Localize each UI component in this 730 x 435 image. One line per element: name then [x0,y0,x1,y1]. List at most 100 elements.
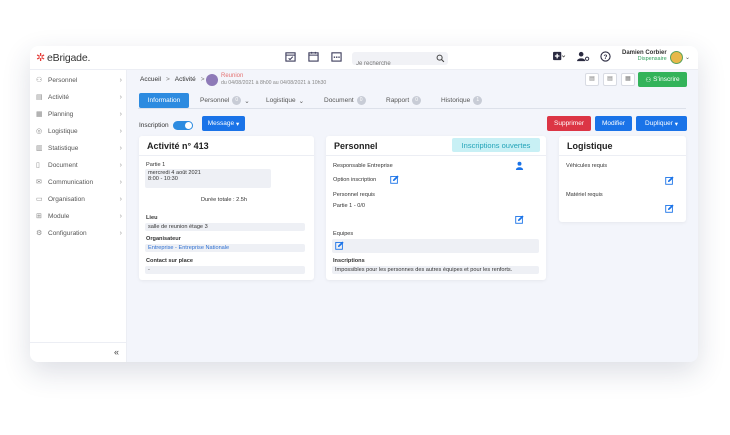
tab-count: 1 [473,96,483,105]
message-button[interactable]: Message ▾ [202,116,245,131]
add-menu-icon[interactable] [552,51,566,62]
tab-information[interactable]: Information [139,93,189,108]
contact-value: - [145,266,305,274]
personnel-requis-value: Partie 1 - 0/0 [333,203,366,209]
user-info[interactable]: Damien Corbier Dispensaire [622,50,667,62]
calendar-export-icon[interactable]: ▦ [621,73,635,86]
modify-button[interactable]: Modifier [595,116,632,131]
chevron-right-icon: › [119,76,122,84]
breadcrumb-home[interactable]: Accueil [140,76,161,83]
tab-label: Document [324,97,354,104]
delete-button[interactable]: Supprimer [547,116,591,131]
inscription-toggle[interactable] [173,121,193,130]
chevron-down-icon[interactable]: ⌄ [685,54,690,61]
sidebar-item-communication[interactable]: ✉ Communication › [36,176,122,188]
chevron-right-icon: › [119,229,122,237]
tab-rapport[interactable]: Rapport 0 [386,93,422,108]
search-input[interactable] [352,57,432,71]
sidebar: ⚇ Personnel › ▤ Activité › ▦ Planning › ◎ Logis… [30,70,127,362]
sidebar-item-activite[interactable]: ▤ Activité › [36,91,122,103]
total-duration: Durée totale : 2.5h [201,197,248,203]
sidebar-item-statistique[interactable]: ▥ Statistique › [36,142,122,154]
sidebar-item-organisation[interactable]: ▭ Organisation › [36,193,122,205]
equipes-label: Equipes [333,231,354,237]
calendar-check-icon[interactable] [285,51,296,62]
inscriptions-value: Impossibles pour les personnes des autre… [332,266,539,274]
organisateur-link[interactable]: Entreprise - Entreprise Nationale [145,244,305,252]
chevron-right-icon: › [119,127,122,135]
breadcrumb: Accueil > Activité > [140,76,205,83]
avatar[interactable] [670,51,683,64]
user-settings-icon[interactable] [576,51,590,62]
breadcrumb-separator: > [165,76,170,83]
sidebar-item-label: Communication [48,178,94,186]
sidebar-item-document[interactable]: ▯ Document › [36,159,122,171]
tab-logistique[interactable]: Logistique ⌄ [266,93,304,108]
delete-label: Supprimer [554,120,584,127]
export-actions: ▤ ▤ ▦ [585,73,635,86]
pdf-icon[interactable]: ▤ [585,73,599,86]
tab-document[interactable]: Document 0 [324,93,366,108]
sidebar-item-configuration[interactable]: ⚙ Configuration › [36,227,122,239]
edit-icon[interactable] [665,176,674,185]
tab-personnel[interactable]: Personnel 0 ⌄ [200,93,250,108]
inscrire-button[interactable]: ⚇ S'inscrire [638,72,687,87]
caret-down-icon: ▾ [235,120,240,128]
chevron-right-icon: › [119,110,122,118]
part-time: 8:00 - 10:30 [148,176,178,182]
person-icon: ⚇ [36,77,43,84]
sidebar-collapse[interactable]: « [30,342,127,362]
tab-count: 0 [232,96,242,105]
personnel-requis-label: Personnel requis [333,192,375,198]
chevron-down-icon: ⌄ [298,97,305,105]
chevron-right-icon: › [119,178,122,186]
calendar-grid-icon[interactable] [331,51,342,62]
edit-icon[interactable] [390,175,399,184]
tab-label: Rapport [386,97,410,104]
person-icon[interactable] [515,161,524,170]
sidebar-item-label: Statistique [48,144,79,152]
tab-bar: Information Personnel 0 ⌄ Logistique ⌄ Docu… [138,93,686,108]
personnel-card-title: Personnel [334,141,378,151]
edit-icon[interactable] [515,215,524,224]
part-label: Partie 1 [146,162,166,168]
logo[interactable]: ✲ eBrigade. [36,51,90,64]
print-icon[interactable]: ▤ [603,73,617,86]
edit-icon[interactable] [665,204,674,213]
sidebar-item-label: Planning [48,110,74,118]
calendar-icon[interactable] [308,51,319,62]
logo-icon: ✲ [36,52,46,64]
chevron-right-icon: › [119,195,122,203]
breadcrumb-activite[interactable]: Activité [175,76,196,83]
edit-icon[interactable] [335,241,344,250]
document-icon: ▯ [36,162,40,169]
equipes-box [332,239,539,253]
organisateur-label: Organisateur [146,236,181,242]
chevron-down-icon: ⌄ [244,97,250,105]
duplicate-label: Dupliquer [645,120,673,127]
sidebar-item-logistique[interactable]: ◎ Logistique › [36,125,122,137]
activity-card: Activité n° 413 Partie 1 mercredi 4 août… [139,136,314,280]
sidebar-item-personnel[interactable]: ⚇ Personnel › [36,74,122,86]
collapse-icon[interactable]: « [114,347,119,357]
sidebar-item-planning[interactable]: ▦ Planning › [36,108,122,120]
sidebar-item-module[interactable]: ⊞ Module › [36,210,122,222]
personnel-card: Personnel Inscriptions ouvertes Responsa… [326,136,546,280]
activity-dates: du 04/08/2021 à 8h00 au 04/08/2021 à 10h… [221,80,327,86]
tab-historique[interactable]: Historique 1 [441,93,483,108]
stats-icon: ▥ [36,145,43,152]
tab-label: Historique [441,97,471,104]
lieu-label: Lieu [146,215,158,221]
sidebar-item-label: Module [48,212,70,220]
inscrire-label: S'inscrire [653,76,680,83]
search-icon[interactable] [436,54,445,63]
divider [326,155,546,156]
top-shortcuts [285,51,342,62]
module-icon: ⊞ [36,213,42,220]
help-icon[interactable]: ? [600,51,611,62]
modify-label: Modifier [601,120,626,127]
inscriptions-status-badge: Inscriptions ouvertes [452,138,540,152]
duplicate-button[interactable]: Dupliquer ▾ [636,116,687,131]
contact-label: Contact sur place [146,258,193,264]
message-label: Message [207,120,235,127]
